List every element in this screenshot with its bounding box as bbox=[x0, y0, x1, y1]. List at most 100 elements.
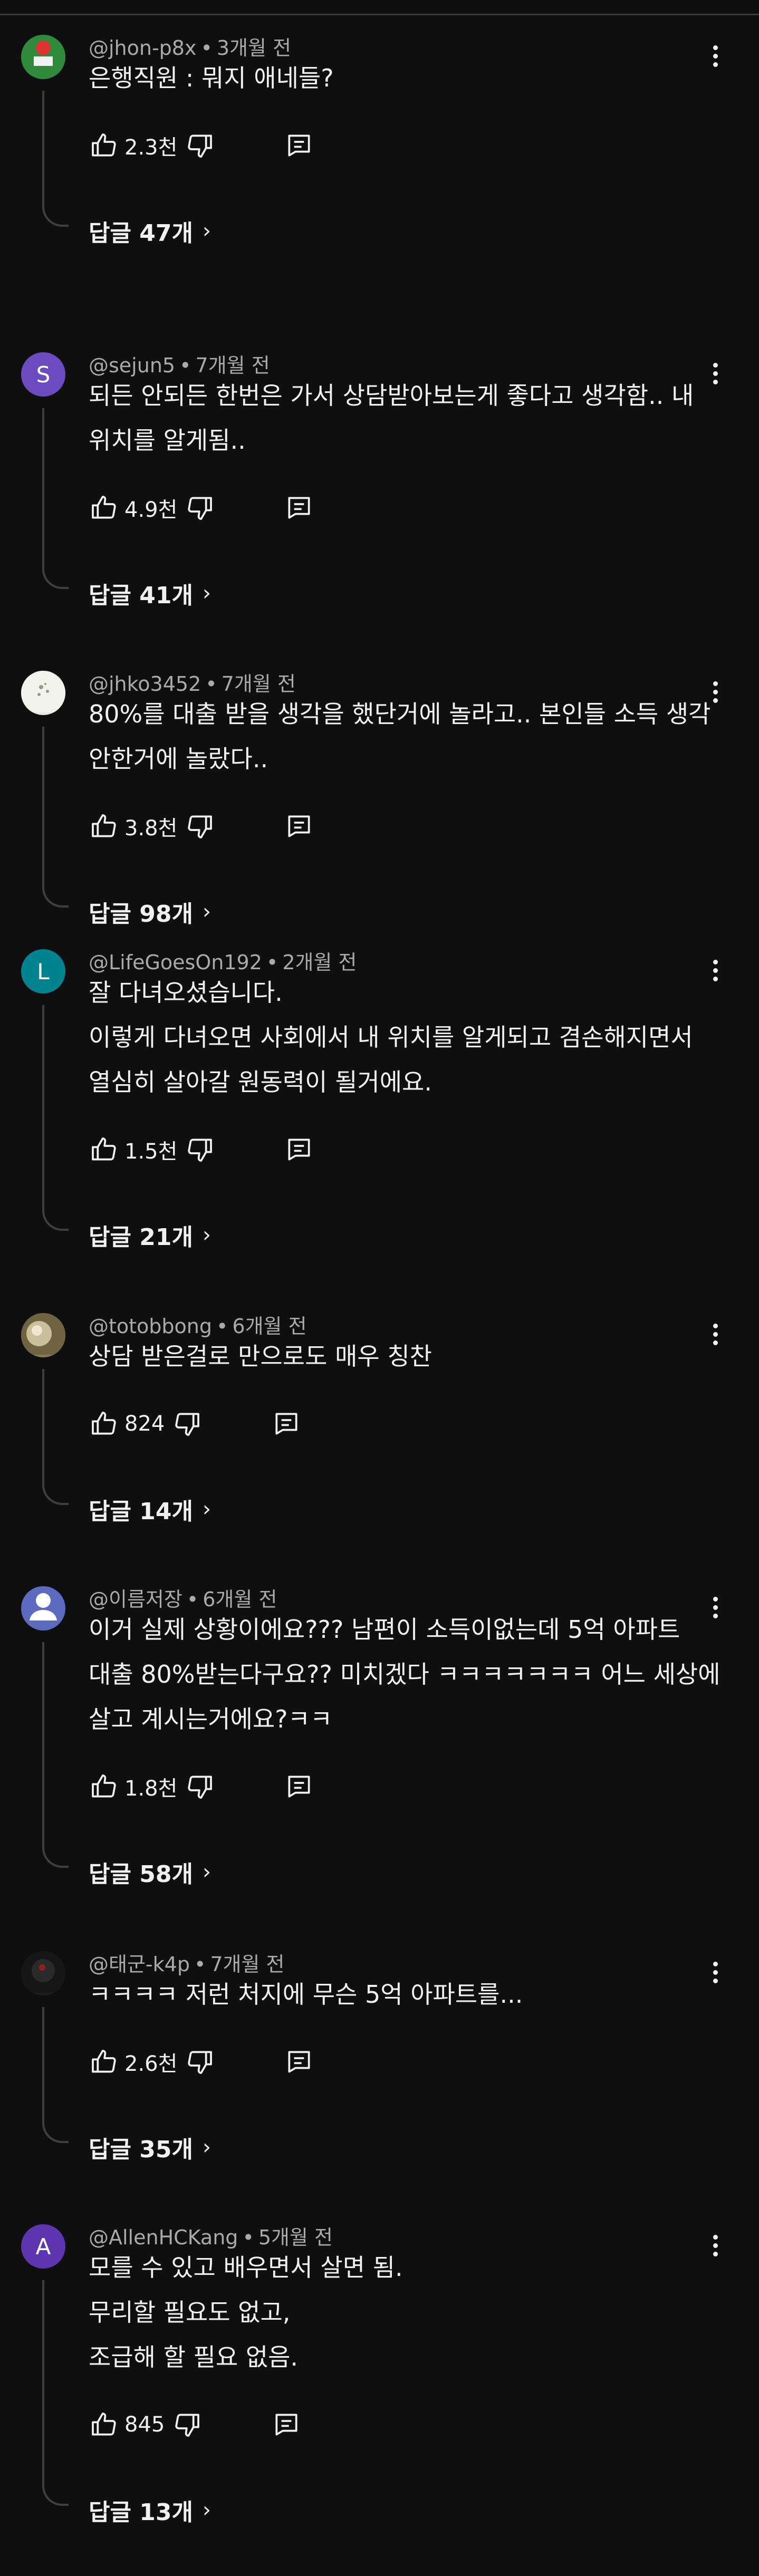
comment-text-line: 되든 안되든 한번은 가서 상담받아보는게 좋다고 생각함.. 내 bbox=[89, 381, 694, 410]
dislike-icon[interactable] bbox=[172, 2409, 203, 2440]
like-icon[interactable] bbox=[89, 493, 119, 523]
top-divider bbox=[0, 14, 759, 15]
comment-text: 80%를 대출 받을 생각을 했단거에 놀라고.. 본인들 소득 생각안한거에 … bbox=[89, 692, 711, 782]
comment-text-line: 잘 다녀오셨습니다. bbox=[89, 978, 283, 1007]
avatar-image bbox=[21, 671, 65, 715]
reply-icon[interactable] bbox=[284, 811, 314, 842]
avatar[interactable] bbox=[21, 1586, 65, 1630]
avatar[interactable] bbox=[21, 1313, 65, 1357]
reply-icon[interactable] bbox=[284, 1134, 314, 1165]
avatar[interactable] bbox=[21, 671, 65, 715]
chevron-right-icon: › bbox=[203, 2498, 211, 2522]
like-icon[interactable] bbox=[89, 130, 119, 161]
reply-icon[interactable] bbox=[271, 2409, 302, 2440]
more-options-icon[interactable] bbox=[700, 2226, 730, 2264]
more-options-icon[interactable] bbox=[700, 951, 730, 989]
like-count: 2.6천 bbox=[124, 2052, 178, 2076]
more-options-icon[interactable] bbox=[700, 1953, 730, 1991]
comment-actions: 1.5천 bbox=[89, 1131, 314, 1168]
avatar-image bbox=[21, 1313, 65, 1357]
replies-label: 답글 14개 bbox=[89, 1498, 193, 1525]
comment-text: 모를 수 있고 배우면서 살면 됨. 무리할 필요도 없고, 조급해 할 필요 없음… bbox=[89, 2245, 695, 2380]
chevron-right-icon: › bbox=[203, 900, 211, 924]
like-count: 1.8천 bbox=[124, 1777, 178, 1801]
like-count: 2.3천 bbox=[124, 136, 178, 160]
comment-text: 이거 실제 상황이에요??? 남편이 소득이없는데 5억 아파트대출 80%받는… bbox=[89, 1607, 720, 1742]
reply-icon[interactable] bbox=[284, 1771, 314, 1802]
comment-actions: 2.3천 bbox=[89, 127, 314, 164]
comment-text-line: 안한거에 놀랐다.. bbox=[89, 745, 268, 773]
like-count: 824 bbox=[124, 1412, 165, 1436]
replies-label: 답글 35개 bbox=[89, 2136, 193, 2163]
comment-actions: 3.8천 bbox=[89, 808, 314, 845]
like-count: 3.8천 bbox=[124, 816, 178, 841]
view-replies-button[interactable]: 답글 14개 › bbox=[89, 1492, 211, 1526]
thread-connector bbox=[42, 91, 69, 227]
comment-text: 되든 안되든 한번은 가서 상담받아보는게 좋다고 생각함.. 내 위치를 알게됨… bbox=[89, 373, 695, 463]
view-replies-button[interactable]: 답글 35개 › bbox=[89, 2130, 211, 2164]
like-icon[interactable] bbox=[89, 2409, 119, 2440]
view-replies-button[interactable]: 답글 13개 › bbox=[89, 2493, 211, 2527]
comment-text: 잘 다녀오셨습니다. 이렇게 다녀오면 사회에서 내 위치를 알게되고 겸손해지면… bbox=[89, 970, 695, 1105]
comment-actions: 1.8천 bbox=[89, 1768, 314, 1805]
avatar[interactable]: L bbox=[21, 949, 65, 993]
chevron-right-icon: › bbox=[203, 1223, 211, 1247]
comment-text-line: 살고 계시는거에요?ㅋㅋ bbox=[89, 1705, 333, 1733]
comment-actions: 4.9천 bbox=[89, 489, 314, 526]
chevron-right-icon: › bbox=[203, 581, 211, 605]
view-replies-button[interactable]: 답글 21개 › bbox=[89, 1218, 211, 1252]
like-icon[interactable] bbox=[89, 1408, 119, 1439]
dislike-icon[interactable] bbox=[185, 1134, 215, 1165]
like-icon[interactable] bbox=[89, 2047, 119, 2077]
comment-text: ㅋㅋㅋㅋ 저런 처지에 무슨 5억 아파트를... bbox=[89, 1972, 695, 2017]
like-icon[interactable] bbox=[89, 1771, 119, 1802]
comment-text-line: 은행직원 : 뭐지 애네들? bbox=[89, 64, 334, 92]
avatar-image bbox=[21, 35, 65, 79]
reply-icon[interactable] bbox=[284, 493, 314, 523]
comment-actions: 845 bbox=[89, 2406, 302, 2443]
comment-text-line: 80%를 대출 받을 생각을 했단거에 놀라고.. 본인들 소득 생각 bbox=[89, 700, 711, 728]
comment-text-line: 이거 실제 상황이에요??? 남편이 소득이없는데 5억 아파트 bbox=[89, 1615, 680, 1644]
more-options-icon[interactable] bbox=[700, 354, 730, 392]
dislike-icon[interactable] bbox=[185, 2047, 215, 2077]
like-icon[interactable] bbox=[89, 811, 119, 842]
avatar[interactable] bbox=[21, 35, 65, 79]
view-replies-button[interactable]: 답글 41개 › bbox=[89, 576, 211, 610]
more-options-icon[interactable] bbox=[700, 1315, 730, 1353]
dislike-icon[interactable] bbox=[185, 130, 215, 161]
avatar-letter: A bbox=[35, 2233, 51, 2260]
chevron-right-icon: › bbox=[203, 2135, 211, 2159]
comment-text-line: 모를 수 있고 배우면서 살면 됨. bbox=[89, 2253, 403, 2282]
like-icon[interactable] bbox=[89, 1134, 119, 1165]
thread-connector bbox=[42, 1005, 69, 1231]
more-options-icon[interactable] bbox=[700, 1588, 730, 1626]
view-replies-button[interactable]: 답글 47개 › bbox=[89, 214, 211, 248]
comment-actions: 2.6천 bbox=[89, 2043, 314, 2080]
dislike-icon[interactable] bbox=[185, 493, 215, 523]
reply-icon[interactable] bbox=[284, 2047, 314, 2077]
more-options-icon[interactable] bbox=[700, 37, 730, 75]
comment-text-line: 열심히 살아갈 원동력이 될거에요. bbox=[89, 1068, 432, 1096]
reply-icon[interactable] bbox=[284, 130, 314, 161]
avatar-letter: S bbox=[36, 361, 51, 388]
comment-text-line: ㅋㅋㅋㅋ 저런 처지에 무슨 5억 아파트를... bbox=[89, 1980, 523, 2009]
dislike-icon[interactable] bbox=[185, 1771, 215, 1802]
view-replies-button[interactable]: 답글 98개 › bbox=[89, 895, 211, 929]
avatar[interactable]: A bbox=[21, 2224, 65, 2269]
comment-text: 상담 받은걸로 만으로도 매우 칭찬 bbox=[89, 1334, 695, 1379]
avatar-letter: L bbox=[37, 958, 50, 985]
comment-text-line: 대출 80%받는다구요?? 미치겠다 ㅋㅋㅋㅋㅋㅋㅋ 어느 세상에 bbox=[89, 1660, 720, 1689]
avatar[interactable] bbox=[21, 1951, 65, 1995]
reply-icon[interactable] bbox=[271, 1408, 302, 1439]
comment-text: 은행직원 : 뭐지 애네들? bbox=[89, 56, 695, 101]
dislike-icon[interactable] bbox=[185, 811, 215, 842]
comment-text-line: 이렇게 다녀오면 사회에서 내 위치를 알게되고 겸손해지면서 bbox=[89, 1023, 693, 1051]
view-replies-button[interactable]: 답글 58개 › bbox=[89, 1855, 211, 1889]
like-count: 4.9천 bbox=[124, 498, 178, 522]
chevron-right-icon: › bbox=[203, 1497, 211, 1521]
avatar[interactable]: S bbox=[21, 352, 65, 397]
dislike-icon[interactable] bbox=[172, 1408, 203, 1439]
replies-label: 답글 98개 bbox=[89, 901, 193, 928]
replies-label: 답글 47개 bbox=[89, 220, 193, 247]
person-icon bbox=[21, 1586, 65, 1630]
